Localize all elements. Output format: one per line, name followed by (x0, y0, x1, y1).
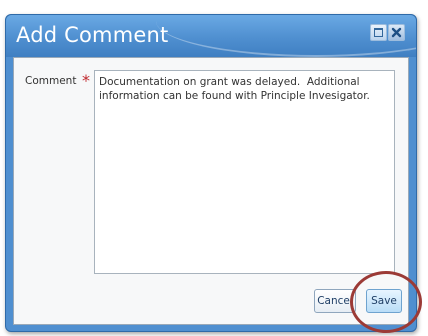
close-x-glyph (391, 27, 402, 38)
dialog-title: Add Comment (16, 23, 169, 47)
close-icon[interactable] (388, 24, 405, 41)
dialog-title-bar[interactable]: Add Comment (6, 15, 416, 57)
save-highlight-circle (350, 271, 422, 333)
comment-textarea[interactable]: Documentation on grant was delayed. Addi… (94, 70, 395, 274)
required-marker: * (82, 71, 90, 90)
comment-label: Comment (25, 75, 77, 87)
maximize-icon[interactable] (370, 24, 387, 41)
dialog-body: Comment * Documentation on grant was del… (13, 57, 409, 325)
